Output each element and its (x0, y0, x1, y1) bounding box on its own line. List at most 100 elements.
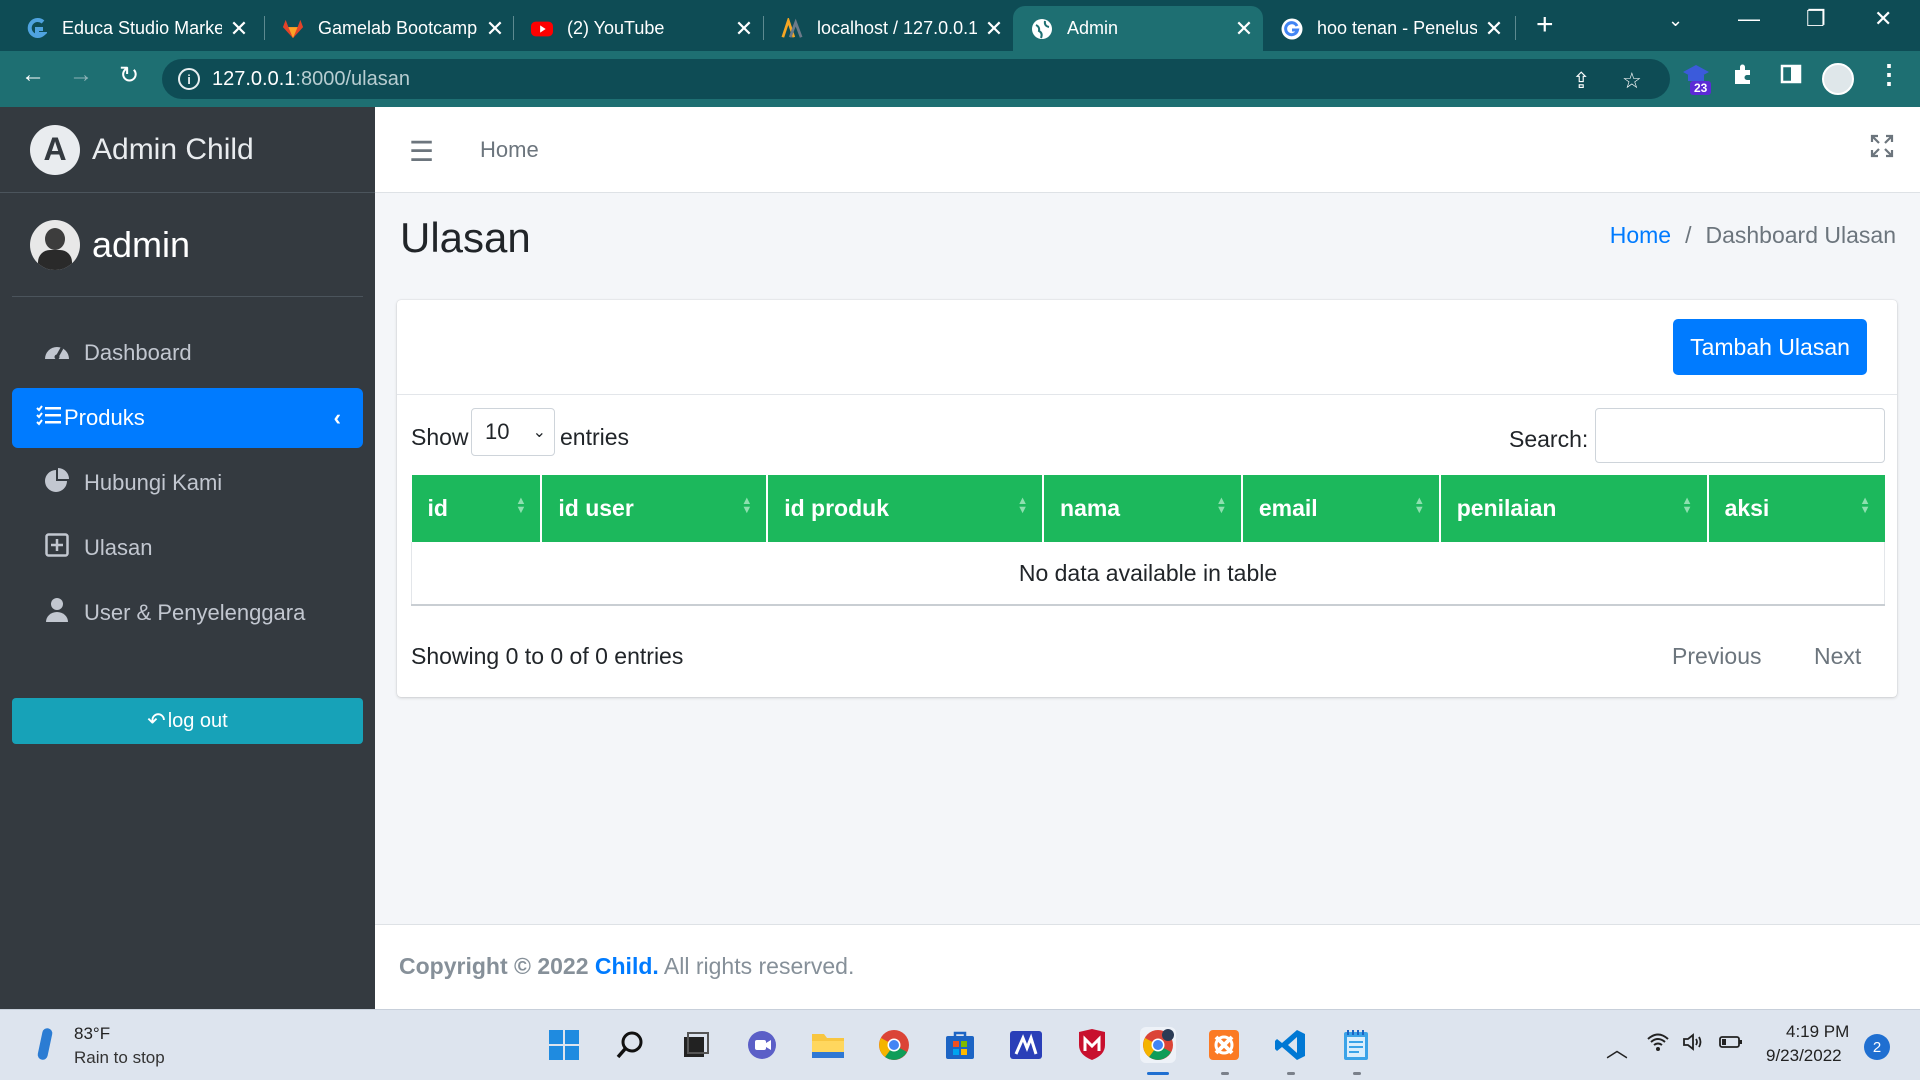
column-header-id[interactable]: id ▲ ▼ (411, 475, 543, 542)
minimize-icon[interactable]: — (1738, 6, 1760, 32)
sidebar-item-dashboard[interactable]: Dashboard (12, 323, 363, 383)
restore-icon[interactable]: ❐ (1806, 6, 1826, 32)
tab-close-icon[interactable]: ✕ (983, 16, 1005, 42)
logout-label: log out (167, 709, 228, 732)
plus-square-icon (42, 532, 72, 564)
tab-search-chevron-icon[interactable]: ⌄ (1668, 10, 1683, 31)
chrome-icon[interactable] (876, 1027, 912, 1063)
browser-tab-bar: Educa Studio Marketplace ✕ Gamelab Bootc… (0, 0, 1920, 51)
page-length-select[interactable]: 10 ⌄ (471, 408, 555, 456)
tab-educa[interactable]: Educa Studio Marketplace ✕ (8, 6, 262, 51)
clock-date[interactable]: 9/23/2022 (1766, 1046, 1842, 1066)
copyright-text: Copyright © 2022 (399, 953, 589, 979)
column-header-aksi[interactable]: aksi ▲ ▼ (1707, 475, 1885, 542)
tab-close-icon[interactable]: ✕ (1483, 16, 1505, 42)
start-windows-icon[interactable] (546, 1027, 582, 1063)
tab-title: (2) YouTube (567, 18, 665, 38)
tab-close-icon[interactable]: ✕ (228, 16, 250, 42)
microsoft-store-icon[interactable] (942, 1027, 978, 1063)
chrome-profile-icon[interactable] (1140, 1027, 1176, 1063)
extensions-puzzle-icon[interactable] (1732, 63, 1754, 91)
profile-avatar[interactable] (1822, 63, 1854, 95)
tab-close-icon[interactable]: ✕ (733, 16, 755, 42)
sort-icon: ▲ ▼ (1017, 495, 1029, 516)
weather-temperature[interactable]: 83°F (74, 1024, 110, 1044)
active-app-indicator (1147, 1072, 1169, 1075)
pagination-previous[interactable]: Previous (1672, 643, 1761, 670)
breadcrumb: Home / Dashboard Ulasan (1610, 222, 1896, 249)
column-header-email[interactable]: email ▲ ▼ (1241, 475, 1441, 542)
tab-gamelab[interactable]: Gamelab Bootcamp ✕ (264, 6, 508, 51)
vscode-icon[interactable] (1272, 1027, 1308, 1063)
sidebar-item-label: Hubungi Kami (84, 470, 223, 495)
volume-icon[interactable] (1682, 1032, 1706, 1058)
tab-close-icon[interactable]: ✕ (484, 16, 506, 42)
battery-icon[interactable] (1718, 1032, 1744, 1058)
search-icon[interactable] (612, 1027, 648, 1063)
side-panel-icon[interactable] (1780, 63, 1802, 91)
weather-description[interactable]: Rain to stop (74, 1048, 165, 1068)
teams-chat-icon[interactable] (744, 1027, 780, 1063)
tab-admin-active[interactable]: Admin ✕ (1013, 6, 1263, 51)
address-bar[interactable]: i 127.0.0.1 :8000/ulasan ⇪ ☆ (162, 59, 1670, 99)
mcafee-shield-icon[interactable] (1074, 1027, 1110, 1063)
topnav-home-link[interactable]: Home (480, 137, 539, 163)
weather-rain-icon[interactable] (36, 1027, 54, 1061)
sidebar-item-user-penyelenggara[interactable]: User & Penyelenggara (12, 583, 363, 643)
tab-localhost[interactable]: localhost / 127.0.0.1 ✕ (763, 6, 1007, 51)
search-input[interactable] (1595, 408, 1885, 463)
hamburger-menu-icon[interactable]: ☰ (409, 135, 434, 168)
tab-close-icon[interactable]: ✕ (1233, 16, 1255, 42)
tab-title: Admin (1067, 18, 1119, 38)
tab-youtube[interactable]: (2) YouTube ✕ (513, 6, 757, 51)
clock-time[interactable]: 4:19 PM (1786, 1022, 1849, 1042)
chevron-down-icon: ⌄ (532, 424, 546, 441)
tab-google[interactable]: hoo tenan - Penelusuran ✕ (1263, 6, 1507, 51)
footer: Copyright © 2022 Child. All rights reser… (375, 924, 1920, 1009)
sort-icon: ▲ ▼ (515, 495, 527, 516)
sidebar-item-hubungi-kami[interactable]: Hubungi Kami (12, 453, 363, 513)
site-info-icon[interactable]: i (178, 68, 200, 90)
back-arrow-icon[interactable]: ← (16, 61, 50, 89)
share-icon[interactable]: ⇪ (1572, 68, 1590, 94)
close-window-icon[interactable]: ✕ (1874, 6, 1892, 32)
google-favicon-icon (1281, 18, 1303, 40)
fullscreen-expand-icon[interactable] (1870, 133, 1894, 165)
wifi-icon[interactable] (1646, 1032, 1670, 1058)
sidebar-item-produks[interactable]: Produks ‹ (12, 388, 363, 448)
tab-separator (1515, 16, 1516, 40)
gitlab-favicon-icon (282, 18, 304, 40)
task-view-icon[interactable] (678, 1027, 714, 1063)
logout-button[interactable]: ↶ log out (12, 698, 363, 744)
breadcrumb-home-link[interactable]: Home (1610, 222, 1671, 249)
browser-menu-icon[interactable]: ⋮ (1876, 59, 1902, 90)
new-tab-plus-icon[interactable]: + (1536, 8, 1554, 42)
column-header-id-produk[interactable]: id produk ▲ ▼ (767, 475, 1045, 542)
user-panel[interactable]: admin (12, 193, 363, 297)
sidebar-item-ulasan[interactable]: Ulasan (12, 518, 363, 578)
bookmark-star-icon[interactable]: ☆ (1622, 68, 1642, 94)
sidebar-item-label: User & Penyelenggara (84, 600, 306, 625)
globe-favicon-icon (1031, 18, 1053, 40)
column-header-penilaian[interactable]: penilaian ▲ ▼ (1439, 475, 1709, 542)
pagination-next[interactable]: Next (1814, 643, 1861, 670)
ulasan-table: id ▲ ▼ id user ▲ ▼ id produk ▲ ▼ nama ▲ ▼ email ▲… (411, 475, 1885, 606)
notification-count-badge[interactable]: 2 (1864, 1034, 1890, 1060)
forward-arrow-icon[interactable]: → (64, 61, 98, 89)
sort-icon: ▲ ▼ (1413, 495, 1425, 516)
reload-icon[interactable]: ↻ (112, 61, 146, 90)
show-hidden-icons-chevron-icon[interactable]: ︿ (1606, 1032, 1628, 1064)
url-path: :8000/ulasan (295, 67, 410, 90)
notepad-icon[interactable] (1338, 1027, 1374, 1063)
footer-brand-link[interactable]: Child. (595, 953, 659, 979)
xampp-icon[interactable] (1206, 1027, 1242, 1063)
app-icon-blue[interactable] (1008, 1027, 1044, 1063)
empty-table-message: No data available in table (411, 542, 1885, 606)
column-header-nama[interactable]: nama ▲ ▼ (1043, 475, 1243, 542)
running-indicator (1287, 1072, 1295, 1075)
column-header-id-user[interactable]: id user ▲ ▼ (541, 475, 769, 542)
brand-link[interactable]: A Admin Child (0, 107, 375, 193)
tambah-ulasan-button[interactable]: Tambah Ulasan (1673, 319, 1867, 375)
sort-icon: ▲ ▼ (1215, 495, 1227, 516)
file-explorer-icon[interactable] (810, 1027, 846, 1063)
